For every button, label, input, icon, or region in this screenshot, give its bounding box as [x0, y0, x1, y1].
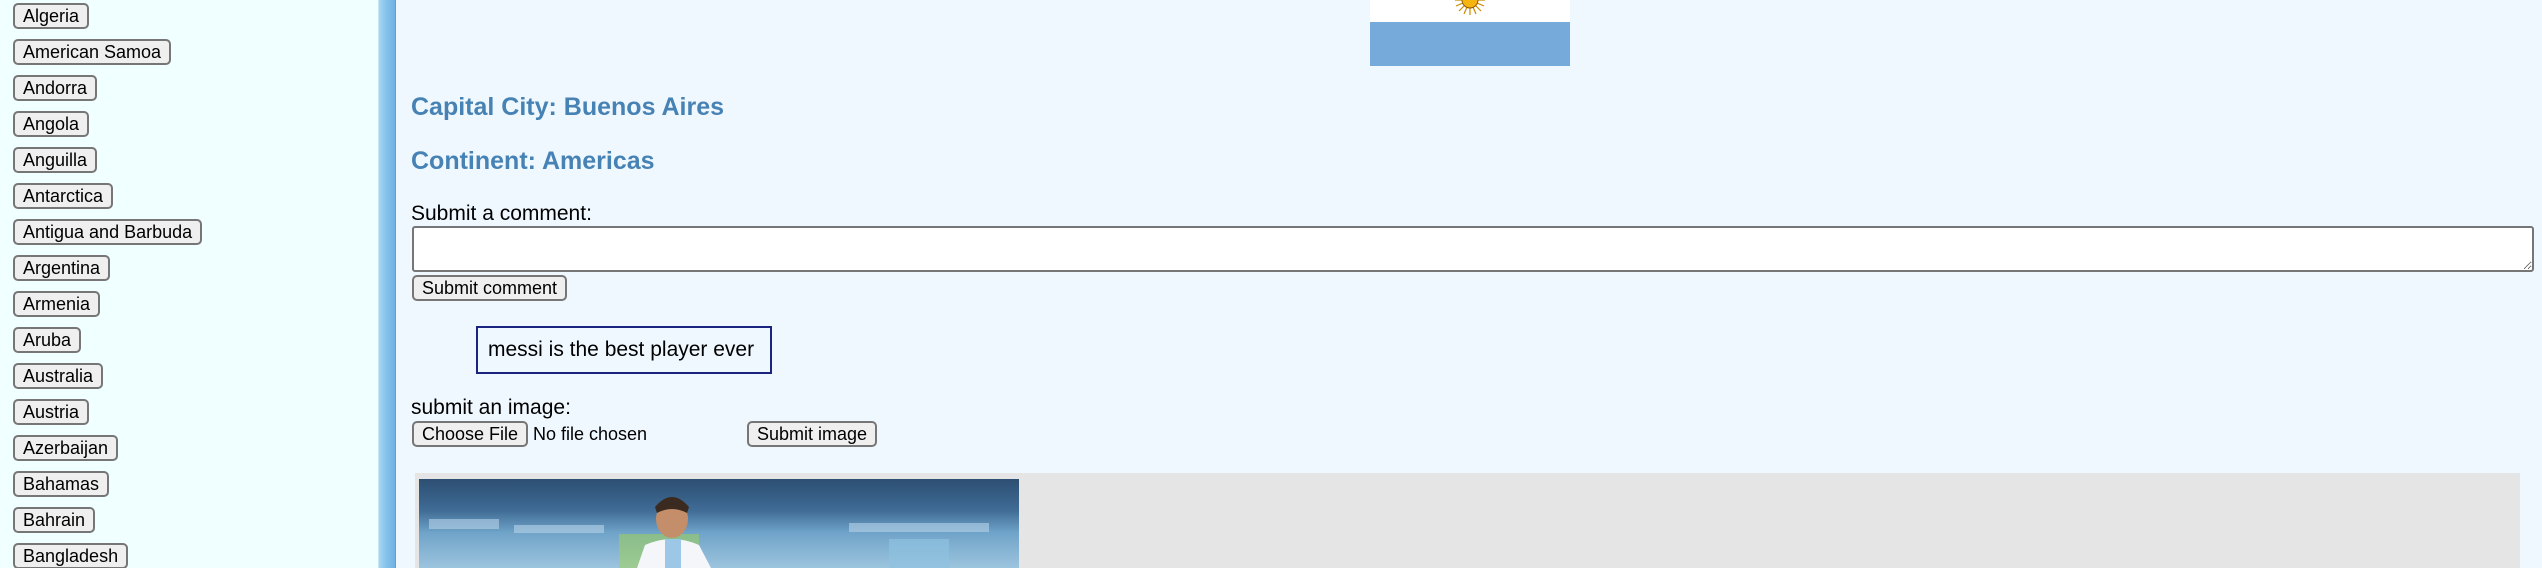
country-button-bahamas[interactable]: Bahamas [13, 471, 110, 497]
country-button-antigua-and-barbuda[interactable]: Antigua and Barbuda [13, 219, 203, 245]
continent-heading: Continent: Americas [411, 147, 655, 175]
image-gallery [415, 473, 2520, 568]
argentina-flag-icon [1370, 0, 1570, 66]
country-button-armenia[interactable]: Armenia [13, 291, 101, 317]
comment-item: messi is the best player ever [476, 326, 772, 374]
country-button-antarctica[interactable]: Antarctica [13, 183, 114, 209]
choose-file-button[interactable]: Choose File [412, 421, 529, 447]
image-upload-label: submit an image: [411, 396, 571, 419]
country-button-aruba[interactable]: Aruba [13, 327, 82, 353]
country-button-angola[interactable]: Angola [13, 111, 90, 137]
country-button-bahrain[interactable]: Bahrain [13, 507, 96, 533]
submit-image-button[interactable]: Submit image [747, 421, 878, 447]
file-status-text: No file chosen [533, 424, 648, 444]
submit-comment-button[interactable]: Submit comment [412, 275, 568, 301]
sidebar-resize-handle[interactable] [378, 0, 396, 568]
country-button-azerbaijan[interactable]: Azerbaijan [13, 435, 119, 461]
comment-label: Submit a comment: [411, 202, 592, 225]
country-button-anguilla[interactable]: Anguilla [13, 147, 98, 173]
player-photo-image [429, 497, 989, 568]
comment-textarea[interactable] [412, 226, 2534, 272]
country-detail-panel: Capital City: Buenos Aires Continent: Am… [396, 0, 2542, 568]
uploaded-photo [419, 479, 1019, 568]
country-button-andorra[interactable]: Andorra [13, 75, 98, 101]
country-button-argentina[interactable]: Argentina [13, 255, 111, 281]
country-button-bangladesh[interactable]: Bangladesh [13, 543, 129, 568]
country-list: Algeria American Samoa Andorra Angola An… [13, 3, 203, 568]
country-button-austria[interactable]: Austria [13, 399, 90, 425]
country-button-algeria[interactable]: Algeria [13, 3, 90, 29]
country-button-australia[interactable]: Australia [13, 363, 104, 389]
capital-city-heading: Capital City: Buenos Aires [411, 93, 725, 121]
country-button-american-samoa[interactable]: American Samoa [13, 39, 172, 65]
sun-icon [1455, 0, 1485, 15]
country-sidebar: Algeria American Samoa Andorra Angola An… [0, 0, 378, 568]
flag-blue-band [1370, 22, 1570, 66]
